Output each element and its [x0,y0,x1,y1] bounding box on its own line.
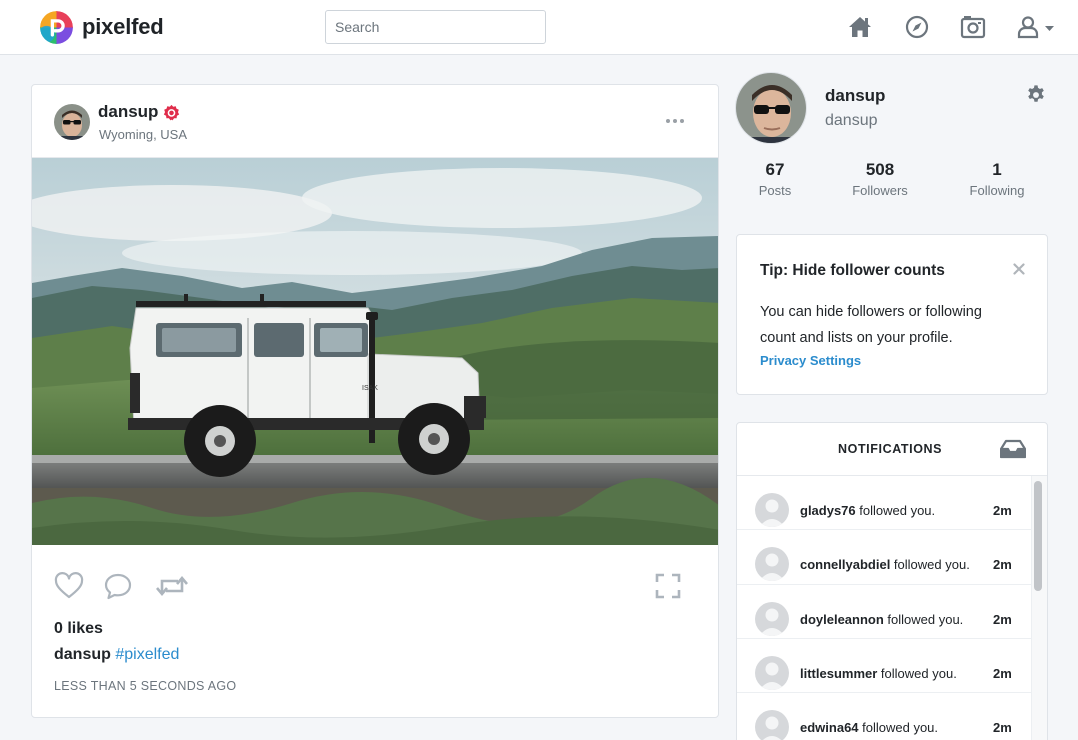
default-avatar-icon [755,601,789,636]
comment-icon[interactable] [103,571,133,601]
notifications-list: gladys76 followed you. 2m connellyabdiel… [737,476,1031,740]
pixelfed-logo-icon [40,10,73,44]
notification-item[interactable]: edwina64 followed you. 2m [737,693,1031,740]
home-icon[interactable] [847,14,873,40]
close-icon[interactable] [1012,262,1026,276]
notification-item[interactable]: doyleleannon followed you. 2m [737,585,1031,639]
notification-action: followed you. [855,503,936,518]
default-avatar-icon [755,493,789,527]
svg-text:ISAK: ISAK [362,385,378,392]
notification-text: connellyabdiel followed you. [800,557,970,572]
post-photo[interactable]: ISAK [32,158,718,545]
notification-text: doyleleannon followed you. [800,612,963,627]
post-location[interactable]: Wyoming, USA [99,127,187,142]
compass-icon[interactable] [904,14,930,40]
post-timestamp[interactable]: LESS THAN 5 SECONDS AGO [54,679,236,693]
post-author-avatar[interactable] [54,104,90,140]
stat-followers-label: Followers [852,183,908,198]
privacy-settings-link[interactable]: Privacy Settings [760,353,861,368]
post-caption: dansup #pixelfed [54,646,179,664]
verified-badge-icon [163,104,180,121]
stat-posts-value: 67 [765,160,785,179]
tip-body: You can hide followers or following coun… [760,304,982,346]
inbox-icon[interactable] [1000,439,1026,459]
notification-action: followed you. [883,611,964,627]
notification-action: followed you. [877,665,957,681]
notification-username[interactable]: littlesummer [800,666,877,681]
notification-item[interactable]: gladys76 followed you. 2m [737,476,1031,531]
notification-time: 2m [993,665,1012,681]
stat-following-label: Following [969,183,1025,198]
notification-username[interactable]: connellyabdiel [800,557,890,572]
post-card: dansup Wyoming, USA ISAK 0 likes dansup … [31,84,719,718]
default-avatar-icon [755,655,789,690]
notification-action: followed you. [890,557,970,573]
profile-avatar[interactable] [735,72,807,144]
fullscreen-expand-icon[interactable] [653,571,683,601]
camera-icon[interactable] [960,14,986,40]
notifications-card: NOTIFICATIONS gladys76 followed you. 2m … [736,422,1048,740]
user-icon [1017,16,1039,39]
notification-text: littlesummer followed you. [800,666,957,681]
profile-display-name[interactable]: dansup [825,86,885,106]
search-input[interactable] [325,10,546,44]
stat-following-value: 1 [992,160,1002,179]
notification-item[interactable]: littlesummer followed you. 2m [737,639,1031,694]
notification-text: gladys76 followed you. [800,503,935,518]
scrollbar-thumb[interactable] [1034,481,1042,591]
notification-username[interactable]: gladys76 [800,503,856,518]
notifications-title: NOTIFICATIONS [838,442,943,456]
caption-username[interactable]: dansup [54,646,111,663]
notifications-header: NOTIFICATIONS [737,423,1047,476]
stat-followers[interactable]: 508 Followers [845,159,915,198]
notification-item[interactable]: connellyabdiel followed you. 2m [737,530,1031,585]
share-repost-icon[interactable] [154,571,190,601]
post-header: dansup Wyoming, USA [32,85,718,158]
notification-time: 2m [993,557,1012,573]
stat-followers-value: 508 [865,160,895,179]
likes-count: 0 likes [54,620,103,637]
settings-gear-icon[interactable] [1025,84,1047,106]
notification-time: 2m [993,611,1012,627]
top-navbar: pixelfed [0,0,1078,55]
tip-title: Tip: Hide follower counts [760,262,945,279]
more-options-icon[interactable] [664,115,686,127]
notification-username[interactable]: doyleleannon [800,612,884,627]
notification-time: 2m [993,720,1012,736]
default-avatar-icon [755,547,789,582]
like-heart-icon[interactable] [54,571,84,601]
caret-down-icon [1045,26,1054,31]
notification-action: followed you. [858,720,939,736]
notification-username[interactable]: edwina64 [800,720,859,735]
stat-posts-label: Posts [758,183,792,198]
user-menu[interactable] [1015,14,1057,40]
post-author-username[interactable]: dansup [98,102,158,122]
notification-time: 2m [993,503,1012,518]
notification-text: edwina64 followed you. [800,720,938,735]
stat-posts[interactable]: 67 Posts [750,159,800,198]
default-avatar-icon [755,710,789,740]
stat-following[interactable]: 1 Following [962,159,1032,198]
tip-card: Tip: Hide follower counts You can hide f… [736,234,1048,395]
caption-hashtag[interactable]: #pixelfed [115,646,179,663]
brand-name: pixelfed [82,14,164,39]
brand-link[interactable]: pixelfed [40,10,164,44]
profile-username: dansup [825,112,878,129]
